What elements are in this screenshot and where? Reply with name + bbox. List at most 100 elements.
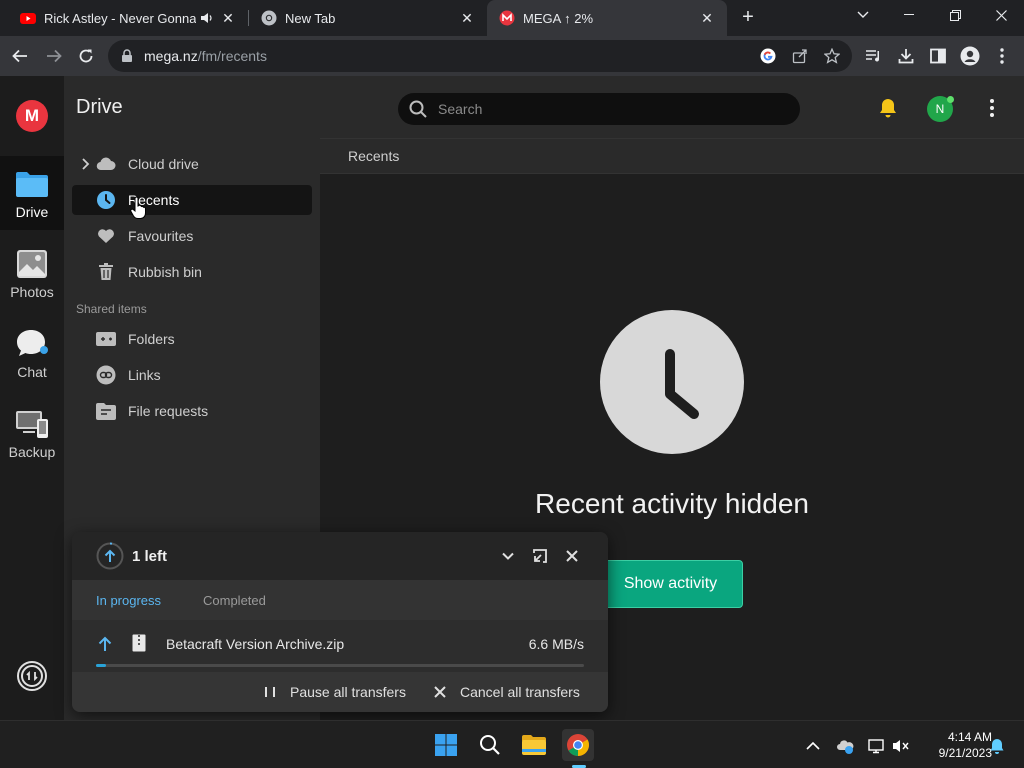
restore-button[interactable] xyxy=(932,0,978,30)
search-icon xyxy=(480,735,500,755)
share-icon[interactable] xyxy=(792,48,808,64)
minimize-button[interactable] xyxy=(886,0,932,30)
reload-button[interactable] xyxy=(74,44,98,68)
transfer-manager-icon[interactable] xyxy=(16,660,48,692)
rail-item-backup[interactable]: Backup xyxy=(0,396,64,470)
new-tab-button[interactable]: + xyxy=(738,7,758,28)
transfer-header: 1 left xyxy=(72,532,608,580)
close-tab-icon[interactable]: ✕ xyxy=(220,10,236,26)
search-input[interactable] xyxy=(438,101,778,117)
file-request-icon xyxy=(96,401,116,421)
chevron-down-icon[interactable] xyxy=(500,548,516,564)
tab-title: Rick Astley - Never Gonna Gi xyxy=(44,10,196,26)
shared-items-heading: Shared items xyxy=(76,302,147,316)
star-icon[interactable] xyxy=(824,48,840,64)
close-tab-icon[interactable]: ✕ xyxy=(459,10,475,26)
sidebar-item-recents[interactable]: Recents xyxy=(72,185,312,215)
close-icon xyxy=(995,9,1007,21)
cloud-icon xyxy=(96,154,116,174)
tab-new-tab[interactable]: New Tab ✕ xyxy=(249,0,487,36)
pause-all-label: Pause all transfers xyxy=(290,684,406,700)
tab-completed[interactable]: Completed xyxy=(203,593,266,608)
google-icon[interactable] xyxy=(760,48,776,64)
kebab-menu-icon[interactable] xyxy=(986,98,998,118)
sidebar-item-favourites[interactable]: Favourites xyxy=(72,221,312,251)
reading-list-button[interactable] xyxy=(862,44,886,68)
onedrive-sync-icon[interactable] xyxy=(836,737,854,755)
transfer-file-name: Betacraft Version Archive.zip xyxy=(166,636,345,652)
url-host: mega.nz xyxy=(144,48,198,64)
start-button[interactable] xyxy=(430,729,462,761)
sidebar-title: Drive xyxy=(76,96,123,118)
sidebar-item-label: Favourites xyxy=(128,228,194,244)
close-window-button[interactable] xyxy=(978,0,1024,30)
speaker-icon[interactable] xyxy=(200,11,214,25)
upload-progress-ring-icon xyxy=(96,542,124,570)
mega-logo[interactable]: M xyxy=(16,100,48,132)
youtube-icon xyxy=(20,13,36,24)
taskbar-search-button[interactable] xyxy=(474,729,506,761)
pause-icon xyxy=(265,687,275,697)
bell-icon[interactable] xyxy=(876,96,900,120)
transfer-footer: Pause all transfers Cancel all transfers xyxy=(72,672,608,712)
tab-search-button[interactable] xyxy=(840,0,886,30)
downloads-button[interactable] xyxy=(894,44,918,68)
file-explorer-icon xyxy=(522,735,546,755)
expand-icon[interactable] xyxy=(532,548,548,564)
chevron-right-icon[interactable] xyxy=(81,157,91,171)
close-icon xyxy=(434,686,446,698)
tab-in-progress[interactable]: In progress xyxy=(96,593,161,608)
search-box[interactable] xyxy=(398,93,800,125)
chat-icon xyxy=(17,330,48,356)
sidebar-item-rubbish-bin[interactable]: Rubbish bin xyxy=(72,257,312,287)
sidebar-item-cloud-drive[interactable]: Cloud drive xyxy=(72,149,312,179)
transfer-widget: 1 left In progress Completed Betacraft V… xyxy=(72,532,608,712)
sidebar-item-file-requests[interactable]: File requests xyxy=(72,396,312,426)
rail-item-drive[interactable]: Drive xyxy=(0,156,64,230)
side-panel-button[interactable] xyxy=(926,44,950,68)
hand-cursor-icon xyxy=(130,196,146,219)
tab-mega[interactable]: MEGA ↑ 2% ✕ xyxy=(487,0,727,36)
cancel-all-button[interactable]: Cancel all transfers xyxy=(432,684,580,700)
show-activity-button[interactable]: Show activity xyxy=(598,560,743,608)
volume-muted-icon[interactable] xyxy=(892,737,910,755)
transfer-progress-fill xyxy=(96,664,106,667)
file-explorer-button[interactable] xyxy=(518,729,550,761)
profile-button[interactable] xyxy=(958,44,982,68)
sidebar-item-label: Links xyxy=(128,367,161,383)
transfer-speed: 6.6 MB/s xyxy=(528,636,584,652)
cancel-all-label: Cancel all transfers xyxy=(460,684,580,700)
lock-icon[interactable] xyxy=(120,49,134,63)
forward-button[interactable] xyxy=(42,44,66,68)
chrome-menu-button[interactable] xyxy=(990,44,1014,68)
shared-folder-icon xyxy=(96,329,116,349)
transfer-progress-bar xyxy=(96,664,584,667)
sidebar-item-label: File requests xyxy=(128,403,209,419)
close-tab-icon[interactable]: ✕ xyxy=(699,10,715,26)
search-icon xyxy=(409,100,427,118)
windows-taskbar: 4:14 AM 9/21/2023 xyxy=(0,720,1024,768)
sidebar-item-folders[interactable]: Folders xyxy=(72,324,312,354)
rail-item-chat[interactable]: Chat xyxy=(0,316,64,390)
pause-all-button[interactable]: Pause all transfers xyxy=(262,684,406,700)
top-bar: N xyxy=(320,76,1024,138)
network-icon[interactable] xyxy=(868,737,886,755)
back-button[interactable] xyxy=(8,44,32,68)
chrome-taskbar-button[interactable] xyxy=(562,729,594,761)
address-bar[interactable]: mega.nz/fm/recents xyxy=(108,40,852,72)
close-icon[interactable] xyxy=(564,548,580,564)
zip-file-icon xyxy=(132,634,146,652)
rail-item-photos[interactable]: Photos xyxy=(0,236,64,310)
tab-youtube[interactable]: Rick Astley - Never Gonna Gi ✕ xyxy=(8,0,248,36)
kebab-icon xyxy=(1000,48,1004,64)
url-text[interactable]: mega.nz/fm/recents xyxy=(144,48,267,64)
transfer-row[interactable]: Betacraft Version Archive.zip 6.6 MB/s xyxy=(72,620,608,672)
sidebar-item-links[interactable]: Links xyxy=(72,360,312,390)
rail-item-label: Photos xyxy=(10,284,54,300)
system-clock[interactable]: 4:14 AM 9/21/2023 xyxy=(920,729,992,761)
transfer-tabs: In progress Completed xyxy=(72,580,608,620)
arrow-right-icon xyxy=(47,49,62,63)
chevron-up-icon[interactable] xyxy=(804,737,822,755)
empty-state-title: Recent activity hidden xyxy=(535,488,809,519)
notification-bell-icon[interactable] xyxy=(988,737,1006,755)
